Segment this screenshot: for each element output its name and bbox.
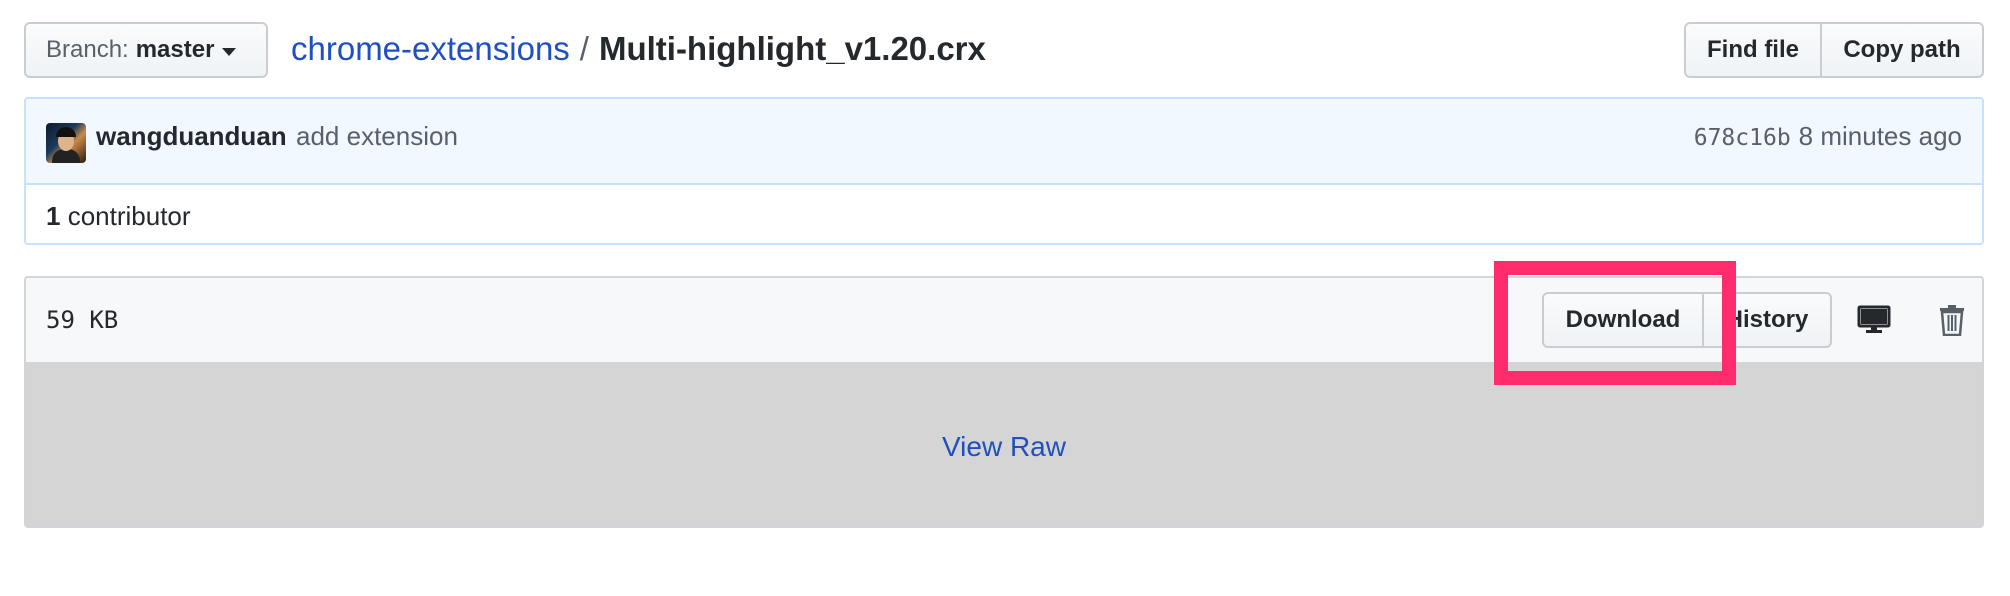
desktop-icon[interactable]: [1854, 300, 1894, 340]
commit-meta: 678c16b 8 minutes ago: [1694, 121, 1962, 152]
branch-name: master: [135, 36, 215, 63]
commit-tease: wangduanduan add extension 678c16b 8 min…: [24, 97, 1984, 245]
caret-down-icon: [222, 47, 237, 56]
latest-commit-row: wangduanduan add extension 678c16b 8 min…: [26, 99, 1982, 185]
contributor-count: 1: [46, 201, 61, 231]
file-size: 59 KB: [46, 306, 119, 334]
breadcrumb-repo-link[interactable]: chrome-extensions: [291, 30, 570, 68]
find-file-button[interactable]: Find file: [1684, 22, 1822, 78]
view-raw-link[interactable]: View Raw: [942, 431, 1066, 463]
file-navigation-buttons: Find file Copy path: [1684, 22, 1984, 78]
breadcrumb-file-name: Multi-highlight_v1.20.crx: [598, 30, 986, 67]
commit-time: 8 minutes ago: [1798, 121, 1962, 151]
branch-label: Branch:: [46, 36, 129, 63]
contributors-summary[interactable]: 1 contributor: [46, 201, 191, 232]
commit-sha-link[interactable]: 678c16b: [1694, 125, 1791, 151]
breadcrumb-separator: /: [579, 30, 589, 67]
copy-path-button[interactable]: Copy path: [1822, 22, 1984, 78]
highlight-annotation-box: [1494, 261, 1736, 385]
commit-author-link[interactable]: wangduanduan: [96, 121, 287, 152]
avatar[interactable]: [46, 123, 86, 163]
commit-message-link[interactable]: add extension: [296, 121, 458, 152]
branch-selector-button[interactable]: Branch: master: [24, 22, 268, 78]
breadcrumb: chrome-extensions / Multi-highlight_v1.2…: [291, 24, 986, 74]
raw-content-area: View Raw: [26, 364, 1982, 526]
contributor-label: contributor: [67, 201, 191, 231]
trash-icon[interactable]: [1932, 300, 1972, 340]
